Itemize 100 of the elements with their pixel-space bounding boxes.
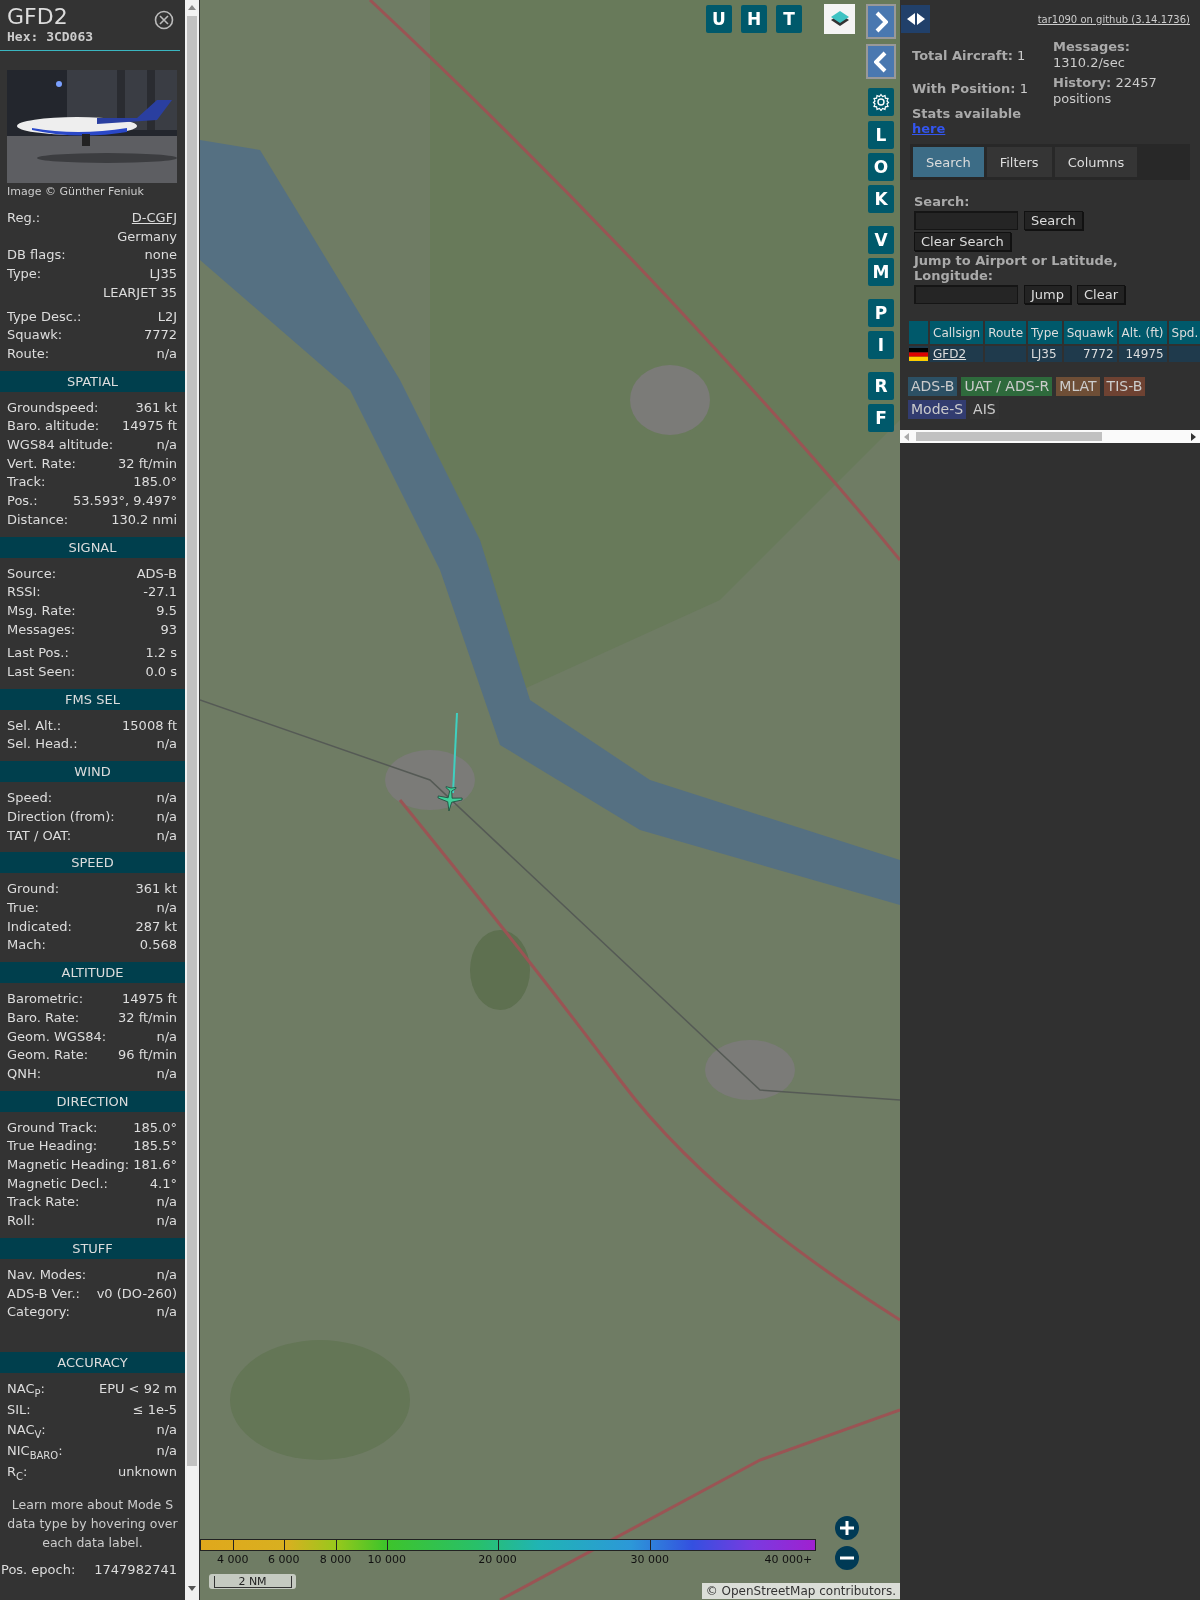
field-value: v0 (DO-260) bbox=[96, 1284, 177, 1303]
toolbar-button[interactable]: V bbox=[868, 226, 894, 254]
toolbar-button[interactable]: H bbox=[741, 5, 767, 33]
field-label: Distance: bbox=[7, 510, 69, 529]
field-label: Pos. epoch: bbox=[1, 1561, 76, 1580]
column-header[interactable]: Alt. (ft) bbox=[1118, 321, 1167, 344]
field-value: 32 ft/min bbox=[118, 1008, 177, 1027]
field-label: NAC$_{P}$: bbox=[7, 1379, 45, 1399]
field-label: Magnetic Heading: bbox=[7, 1156, 130, 1174]
field-label: WGS84 altitude: bbox=[7, 436, 114, 455]
tab[interactable]: Search bbox=[913, 147, 984, 177]
toolbar-button[interactable]: M bbox=[868, 258, 894, 286]
field-value: n/a bbox=[156, 899, 177, 917]
table-cell bbox=[985, 346, 1027, 362]
tab[interactable]: Columns bbox=[1054, 147, 1138, 177]
field-label: Type: bbox=[7, 265, 42, 284]
scrollbar-thumb[interactable] bbox=[916, 432, 1102, 441]
source-tag: MLAT bbox=[1056, 377, 1100, 396]
layer-button[interactable] bbox=[824, 4, 855, 34]
field-value: n/a bbox=[156, 1442, 177, 1461]
search-field[interactable] bbox=[914, 211, 1018, 230]
jump-button[interactable]: Jump bbox=[1024, 285, 1071, 304]
altitude-label: 20 000 bbox=[478, 1553, 517, 1566]
field-value: n/a bbox=[156, 1265, 177, 1284]
toolbar-button[interactable]: K bbox=[868, 185, 894, 213]
field-value: LEARJET 35 bbox=[102, 283, 177, 302]
field-value: ≤ 1e-5 bbox=[132, 1400, 177, 1419]
clear-search-button[interactable]: Clear Search bbox=[914, 232, 1011, 251]
column-header[interactable]: Spd. bbox=[1168, 321, 1200, 344]
column-header[interactable]: Callsign bbox=[930, 321, 984, 344]
section-header: WIND bbox=[0, 761, 185, 783]
field-value: n/a bbox=[156, 436, 177, 455]
table-cell: LJ35 bbox=[1028, 346, 1062, 362]
field-value: n/a bbox=[156, 1027, 177, 1046]
field-label: R$_{C}$: bbox=[7, 1462, 28, 1482]
table-header bbox=[909, 321, 928, 344]
field-label: Msg. Rate: bbox=[7, 601, 76, 620]
source-tag: ADS-B bbox=[908, 377, 958, 396]
field-label: Last Pos.: bbox=[7, 644, 69, 663]
field-label: Geom. WGS84: bbox=[7, 1027, 107, 1046]
scrollbar-thumb[interactable] bbox=[187, 16, 197, 1466]
toolbar-button[interactable]: F bbox=[868, 404, 894, 432]
field-value: n/a bbox=[156, 1193, 177, 1212]
field-label: True: bbox=[7, 899, 39, 917]
field-value: 14975 ft bbox=[122, 417, 177, 436]
column-header[interactable]: Route bbox=[985, 321, 1027, 344]
section-header: ACCURACY bbox=[0, 1351, 185, 1373]
panel-collapse-button[interactable] bbox=[866, 44, 896, 79]
clear-button[interactable]: Clear bbox=[1077, 285, 1125, 304]
source-tag: TIS-B bbox=[1103, 377, 1146, 396]
column-header[interactable]: Squawk bbox=[1063, 321, 1117, 344]
toolbar-button[interactable]: T bbox=[776, 5, 802, 33]
field-value: EPU < 92 m bbox=[98, 1379, 177, 1398]
section-header: STUFF bbox=[0, 1237, 185, 1259]
settings-button[interactable] bbox=[868, 88, 894, 116]
toolbar-button[interactable]: I bbox=[868, 331, 894, 359]
table-cell: 14975 bbox=[1118, 346, 1167, 362]
scroll-up-icon[interactable] bbox=[188, 5, 196, 10]
panel-expand-button[interactable] bbox=[866, 4, 896, 39]
field-label: Squawk: bbox=[7, 326, 63, 345]
scale-bar: 2 NM bbox=[213, 1575, 292, 1588]
panel-toggle-button[interactable] bbox=[901, 5, 930, 33]
field-label: Type Desc.: bbox=[7, 307, 82, 326]
github-link[interactable]: tar1090 on github (3.14.1736) bbox=[1037, 14, 1190, 25]
field-label: True Heading: bbox=[7, 1137, 98, 1156]
close-icon[interactable] bbox=[154, 10, 174, 30]
double-arrow-icon bbox=[906, 13, 925, 25]
horizontal-scrollbar[interactable] bbox=[900, 430, 1200, 443]
toolbar-button[interactable]: L bbox=[868, 121, 894, 149]
field-value: 93 bbox=[160, 620, 177, 639]
scrollbar[interactable] bbox=[185, 0, 199, 1600]
scroll-down-icon[interactable] bbox=[188, 1586, 196, 1591]
field-label: SIL: bbox=[7, 1400, 31, 1419]
toolbar-button[interactable]: O bbox=[868, 153, 894, 181]
aircraft-callsign: GFD2 bbox=[7, 4, 69, 29]
field-value: 181.6° bbox=[133, 1156, 177, 1174]
search-button[interactable]: Search bbox=[1024, 211, 1083, 230]
attribution-link[interactable]: OpenStreetMap bbox=[721, 1584, 816, 1598]
registration-link[interactable]: D-CGFJ bbox=[131, 209, 177, 228]
altitude-label: 40 000+ bbox=[764, 1553, 813, 1566]
location-field[interactable] bbox=[914, 285, 1018, 304]
altitude-label: 30 000 bbox=[630, 1553, 669, 1566]
column-header[interactable]: Type bbox=[1028, 321, 1062, 344]
field-value: 361 kt bbox=[135, 880, 177, 899]
tab[interactable]: Filters bbox=[986, 147, 1052, 177]
toolbar-button[interactable]: U bbox=[706, 5, 732, 33]
stat-text: Messages: 1310.2/sec bbox=[1053, 39, 1132, 71]
field-value: n/a bbox=[156, 807, 177, 826]
field-value: n/a bbox=[156, 735, 177, 754]
field-value: 53.593°, 9.497° bbox=[73, 492, 177, 511]
field-value: 15008 ft bbox=[122, 716, 177, 735]
field-value: 4.1° bbox=[149, 1174, 177, 1193]
field-value: 130.2 nmi bbox=[111, 510, 177, 529]
scroll-right-icon[interactable] bbox=[1191, 433, 1196, 441]
field-value: Germany bbox=[117, 227, 177, 246]
field-label: Reg.: bbox=[7, 209, 41, 227]
field-label: Baro. altitude: bbox=[7, 417, 100, 436]
toolbar-button[interactable]: R bbox=[868, 372, 894, 400]
toolbar-button[interactable]: P bbox=[868, 299, 894, 327]
field-label: Barometric: bbox=[7, 990, 84, 1009]
